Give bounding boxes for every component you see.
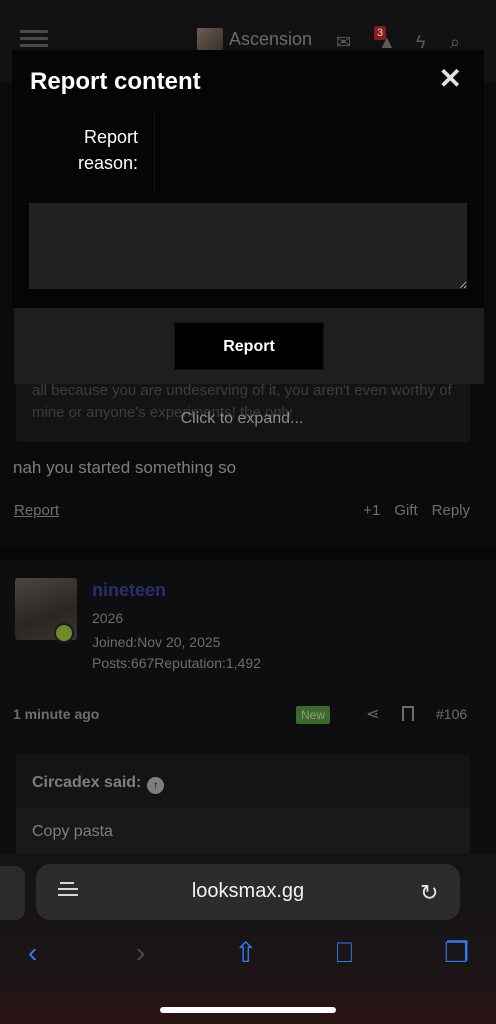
jump-up-icon[interactable]: ↑ [147, 777, 165, 794]
report-reason-label: Report reason: [77, 127, 138, 173]
modal-header: Report content ✕ [12, 50, 484, 112]
reload-icon[interactable]: ↻ [420, 880, 438, 906]
user-account-chip[interactable]: Ascension [197, 28, 312, 50]
book-icon[interactable]: ⎕ [336, 938, 353, 968]
modal-footer: Report [14, 308, 484, 384]
quote-text: Copy pasta [32, 823, 113, 840]
quote-author[interactable]: Circadex said: ↑ [32, 774, 165, 794]
report-link[interactable]: Report [14, 502, 59, 519]
modal-title: Report content [30, 68, 201, 95]
post-actions: Report +1 Gift Reply [14, 502, 470, 519]
url-text[interactable]: looksmax.gg [36, 880, 460, 903]
new-badge: New [296, 706, 331, 724]
report-modal: Report content ✕ Report reason: Report [12, 50, 484, 388]
share-icon[interactable]: ⋖ [366, 704, 379, 724]
author-stats: Posts:667Reputation:1,492 [92, 655, 261, 671]
home-indicator [160, 1007, 336, 1013]
post-separator [0, 546, 496, 560]
report-reason-textarea[interactable] [29, 203, 467, 289]
alerts-badge: 3 [374, 26, 387, 40]
form-divider [154, 112, 155, 194]
reply-button[interactable]: Reply [432, 502, 470, 519]
click-to-expand-link[interactable]: Click to expand... [0, 410, 484, 428]
username-label: Ascension [229, 28, 313, 49]
report-submit-button[interactable]: Report [174, 322, 324, 370]
plus-one-button[interactable]: +1 [363, 502, 380, 519]
post-body: nah you started something so [13, 458, 237, 477]
share-sheet-icon[interactable]: ⇧ [234, 938, 257, 968]
author-joined: Joined:Nov 20, 2025 [92, 634, 221, 650]
tabs-icon[interactable]: ❐ [444, 938, 469, 968]
modal-body: Report reason: [12, 112, 484, 308]
post-number-link[interactable]: #106 [436, 706, 467, 722]
gift-button[interactable]: Gift [394, 502, 417, 519]
bookmark-icon[interactable] [402, 706, 414, 721]
back-icon[interactable]: ‹ [28, 938, 37, 968]
author-rank: 2026 [92, 610, 124, 626]
post-timestamp[interactable]: 1 minute ago [13, 706, 99, 722]
close-icon[interactable]: ✕ [439, 64, 462, 94]
previous-tab-preview[interactable] [0, 866, 25, 920]
online-status-dot [54, 623, 74, 643]
hamburger-icon[interactable] [20, 30, 48, 48]
author-name[interactable]: nineteen [92, 580, 166, 601]
user-avatar [197, 28, 223, 50]
forward-icon[interactable]: › [136, 938, 145, 968]
